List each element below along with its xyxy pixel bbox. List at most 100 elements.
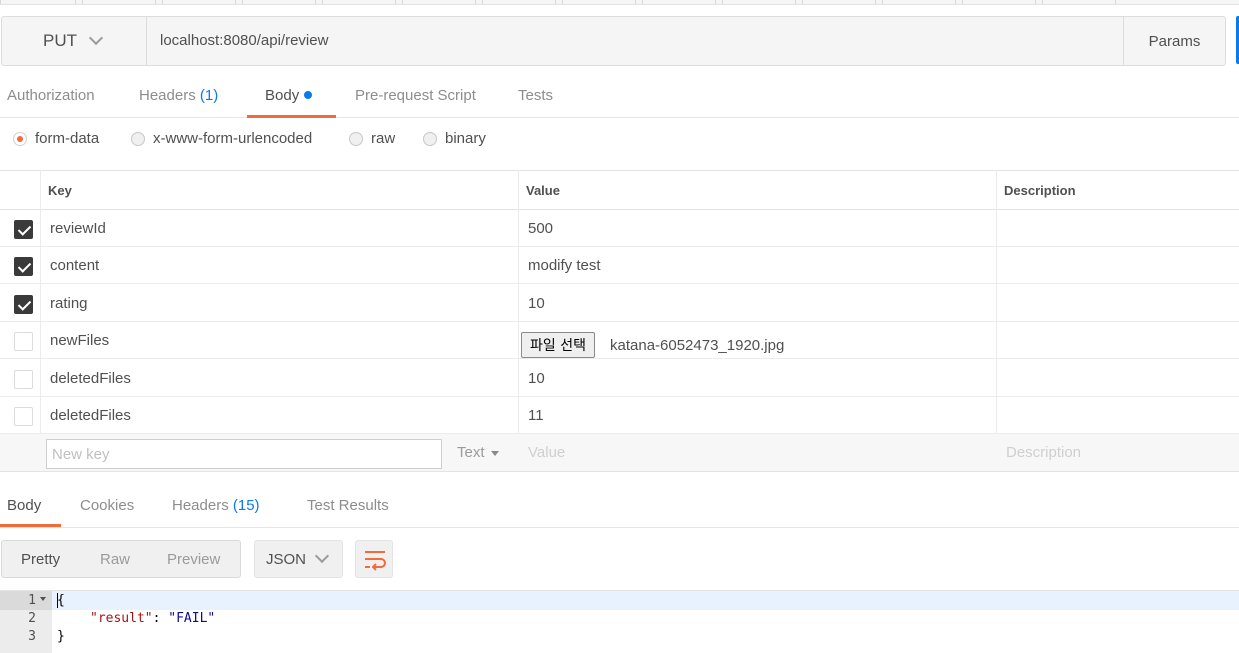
table-row: newFiles 파일 선택 katana-6052473_1920.jpg [0, 322, 1239, 359]
request-tabs: Authorization Headers (1) Body Pre-reque… [0, 80, 1239, 118]
row-key[interactable]: rating [50, 295, 88, 312]
tab-stub[interactable] [802, 0, 876, 4]
open-brace: { [57, 593, 65, 608]
fold-caret-icon[interactable] [40, 597, 46, 601]
method-label: PUT [43, 31, 77, 50]
tab-tests[interactable]: Tests [518, 87, 553, 104]
choose-file-button[interactable]: 파일 선택 [521, 332, 595, 358]
new-description-input[interactable]: Description [1006, 444, 1081, 461]
view-pretty[interactable]: Pretty [21, 551, 60, 568]
table-row: deletedFiles 10 [0, 360, 1239, 397]
table-header: Key Value Description [0, 170, 1239, 210]
wrap-lines-icon [365, 551, 386, 571]
response-body-editor[interactable]: 1 2 3 { "result": "FAIL" } [0, 590, 1239, 653]
radio-label: form-data [35, 130, 100, 147]
row-key[interactable]: deletedFiles [50, 407, 131, 424]
active-line-highlight [52, 591, 1239, 610]
params-button[interactable]: Params [1123, 17, 1225, 65]
tab-stub[interactable] [0, 0, 76, 4]
radio-icon [131, 131, 145, 146]
wrap-lines-button[interactable] [355, 540, 393, 578]
json-value: "FAIL" [168, 611, 216, 626]
row-checkbox[interactable] [14, 332, 33, 351]
radio-form-data[interactable]: form-data [13, 130, 99, 147]
code-line: "result": "FAIL" [90, 611, 215, 626]
row-checkbox[interactable] [14, 257, 33, 276]
tab-stub[interactable] [82, 0, 156, 4]
tab-stub[interactable] [642, 0, 716, 4]
radio-x-www-form-urlencoded[interactable]: x-www-form-urlencoded [131, 130, 312, 147]
line-number: 3 [28, 629, 36, 644]
tab-strip [0, 0, 1239, 5]
row-key[interactable]: deletedFiles [50, 370, 131, 387]
radio-label: binary [445, 130, 486, 147]
table-row: deletedFiles 11 [0, 397, 1239, 434]
tab-label: Headers [139, 87, 196, 104]
type-select[interactable]: Text [457, 444, 499, 461]
method-select[interactable]: PUT [2, 17, 147, 65]
chevron-down-icon [88, 30, 104, 46]
row-value[interactable]: 10 [528, 295, 545, 312]
radio-raw[interactable]: raw [349, 130, 395, 147]
text-cursor [57, 593, 58, 608]
new-key-input[interactable] [46, 439, 442, 469]
table-row: rating 10 [0, 285, 1239, 322]
row-key[interactable]: content [50, 257, 99, 274]
header-key: Key [48, 183, 72, 198]
view-mode-toggle: Pretty Raw Preview [1, 540, 241, 578]
tab-label: Cookies [80, 497, 135, 514]
table-row: reviewId 500 [0, 210, 1239, 247]
body-type-options: form-data x-www-form-urlencoded raw bina… [0, 130, 1239, 154]
tab-pre-request-script[interactable]: Pre-request Script [355, 87, 476, 104]
new-value-input[interactable]: Value [528, 444, 565, 461]
radio-icon [349, 131, 363, 146]
view-preview[interactable]: Preview [167, 551, 220, 568]
request-url-bar: PUT localhost:8080/api/review Params [1, 16, 1226, 66]
row-key[interactable]: reviewId [50, 220, 106, 237]
tab-stub[interactable] [722, 0, 796, 4]
tab-label: Authorization [7, 87, 95, 104]
row-value[interactable]: 500 [528, 220, 553, 237]
tab-stub[interactable] [1042, 0, 1116, 4]
tab-cookies[interactable]: Cookies [80, 497, 134, 514]
url-input[interactable]: localhost:8080/api/review [160, 32, 328, 49]
tab-stub[interactable] [322, 0, 396, 4]
row-value[interactable]: 10 [528, 370, 545, 387]
new-param-row: Text Value Description [0, 434, 1239, 472]
headers-count-badge: (1) [199, 87, 219, 104]
row-checkbox[interactable] [14, 407, 33, 426]
row-checkbox[interactable] [14, 220, 33, 239]
row-checkbox[interactable] [14, 295, 33, 314]
tab-stub[interactable] [562, 0, 636, 4]
tab-headers[interactable]: Headers (1) [139, 87, 218, 104]
line-number: 1 [28, 593, 36, 608]
row-checkbox[interactable] [14, 370, 33, 389]
row-value[interactable]: 11 [528, 407, 544, 424]
code-line: } [57, 629, 65, 644]
tab-response-body[interactable]: Body [7, 497, 41, 514]
chevron-down-icon [314, 548, 330, 564]
view-raw[interactable]: Raw [100, 551, 130, 568]
table-row: content modify test [0, 247, 1239, 284]
tab-body[interactable]: Body [265, 87, 313, 104]
tab-response-headers[interactable]: Headers (15) [172, 497, 260, 514]
header-description: Description [1004, 183, 1076, 198]
row-value[interactable]: modify test [528, 257, 601, 274]
selected-file-name: katana-6052473_1920.jpg [610, 337, 785, 354]
radio-label: raw [371, 130, 396, 147]
tab-label: Body [7, 497, 42, 514]
tab-authorization[interactable]: Authorization [7, 87, 95, 104]
tab-stub[interactable] [162, 0, 236, 4]
row-key[interactable]: newFiles [50, 332, 109, 349]
line-number: 2 [28, 611, 36, 626]
tab-stub[interactable] [242, 0, 316, 4]
tab-label: Tests [518, 87, 554, 104]
format-select[interactable]: JSON [254, 540, 343, 578]
json-colon: : [152, 611, 169, 626]
radio-binary[interactable]: binary [423, 130, 486, 147]
tab-stub[interactable] [402, 0, 476, 4]
tab-stub[interactable] [882, 0, 956, 4]
tab-stub[interactable] [962, 0, 1036, 4]
tab-test-results[interactable]: Test Results [307, 497, 389, 514]
tab-stub[interactable] [482, 0, 556, 4]
